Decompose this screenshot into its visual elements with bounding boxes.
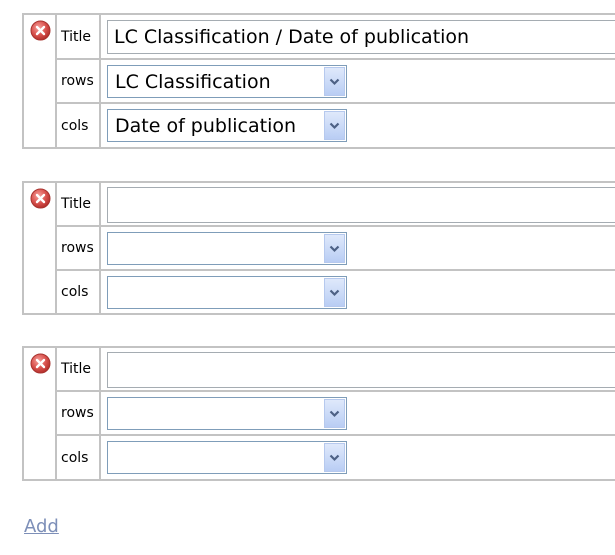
chevron-down-icon <box>329 245 340 252</box>
table-definition-3: Title rows cols <box>22 346 615 481</box>
rows-select[interactable] <box>107 232 347 265</box>
rows-cell: LC Classification <box>101 60 615 104</box>
remove-icon[interactable] <box>30 353 51 374</box>
rows-select-value: LC Classification <box>115 70 271 93</box>
remove-icon[interactable] <box>30 20 51 41</box>
chevron-down-icon <box>329 410 340 417</box>
dropdown-button[interactable] <box>324 111 345 140</box>
chevron-down-icon <box>329 122 340 129</box>
title-label: Title <box>57 183 101 227</box>
rows-label: rows <box>57 60 101 104</box>
title-input[interactable] <box>107 20 615 54</box>
dropdown-button[interactable] <box>324 443 345 472</box>
dropdown-button[interactable] <box>324 234 345 263</box>
title-input[interactable] <box>107 352 615 388</box>
remove-cell <box>24 15 57 147</box>
rows-label: rows <box>57 227 101 271</box>
rows-cell <box>101 392 615 436</box>
title-input[interactable] <box>107 187 615 223</box>
cols-select[interactable]: Date of publication <box>107 109 347 142</box>
remove-cell <box>24 348 57 479</box>
rows-select-value <box>115 233 320 264</box>
cols-select[interactable] <box>107 276 347 309</box>
cols-select-value <box>115 442 320 473</box>
remove-cell <box>24 183 57 313</box>
table-definition-2: Title rows cols <box>22 181 615 315</box>
remove-icon[interactable] <box>30 188 51 209</box>
rows-select[interactable]: LC Classification <box>107 65 347 98</box>
title-cell <box>101 348 615 392</box>
cols-label: cols <box>57 436 101 479</box>
title-label: Title <box>57 15 101 60</box>
dropdown-button[interactable] <box>324 399 345 428</box>
chevron-down-icon <box>329 78 340 85</box>
title-label: Title <box>57 348 101 392</box>
cols-cell: Date of publication <box>101 104 615 147</box>
cols-label: cols <box>57 271 101 313</box>
rows-cell <box>101 227 615 271</box>
rows-select[interactable] <box>107 397 347 430</box>
dropdown-button[interactable] <box>324 278 345 307</box>
chevron-down-icon <box>329 454 340 461</box>
title-cell <box>101 183 615 227</box>
cols-cell <box>101 436 615 479</box>
rows-select-value <box>115 398 320 429</box>
table-definition-1: Title rows LC Classification cols Date o… <box>22 13 615 149</box>
cols-cell <box>101 271 615 313</box>
rows-label: rows <box>57 392 101 436</box>
cols-label: cols <box>57 104 101 147</box>
cols-select[interactable] <box>107 441 347 474</box>
chevron-down-icon <box>329 289 340 296</box>
dropdown-button[interactable] <box>324 67 345 96</box>
title-cell <box>101 15 615 60</box>
add-link[interactable]: Add <box>24 516 59 537</box>
cols-select-value <box>115 277 320 308</box>
cols-select-value: Date of publication <box>115 114 297 137</box>
